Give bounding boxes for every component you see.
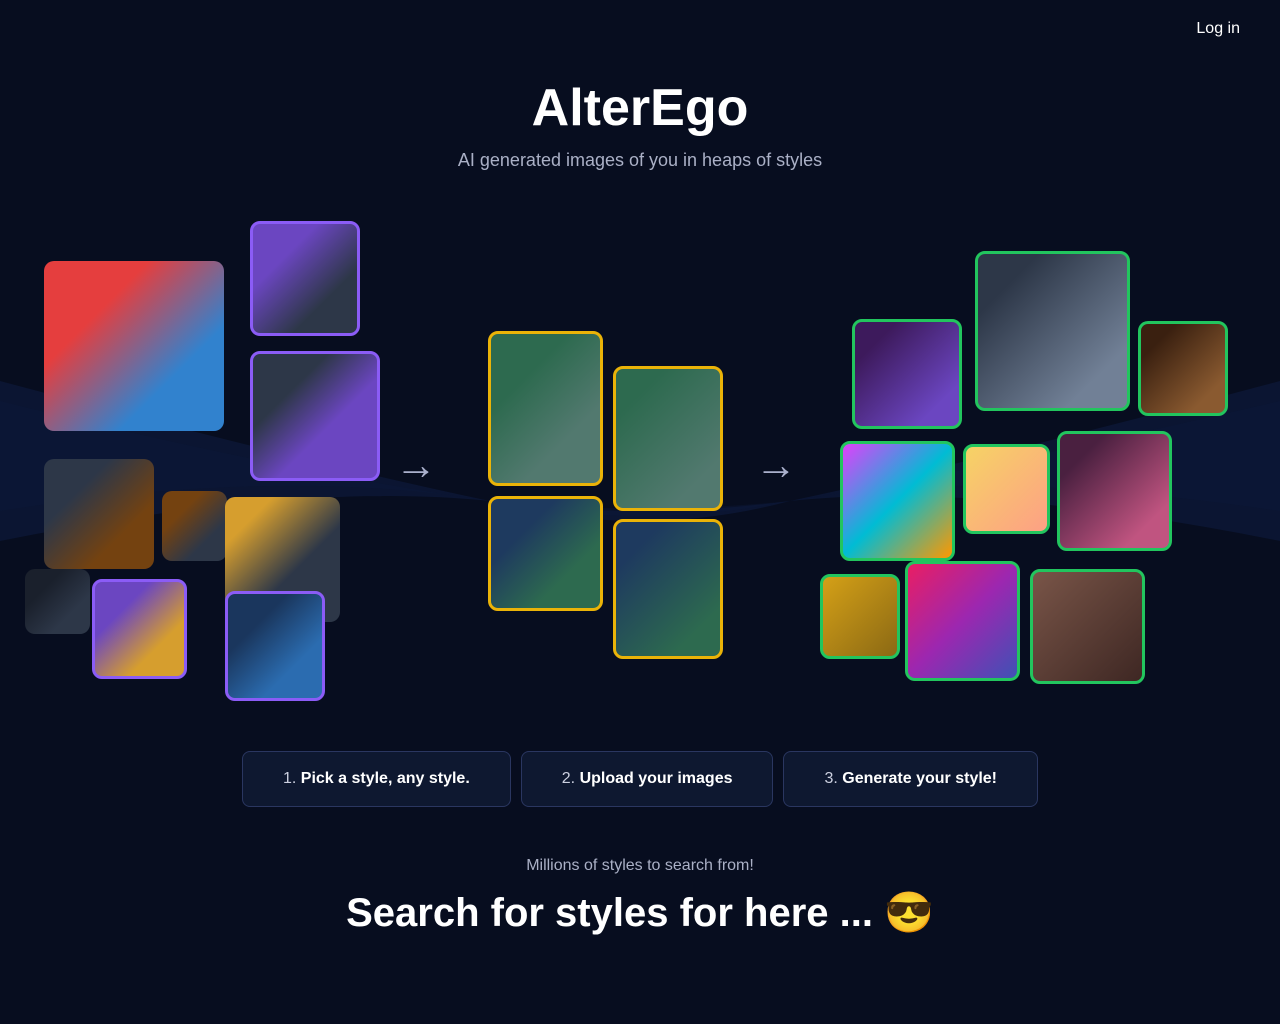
illustration-area: → →	[0, 201, 1280, 721]
output-card-7	[820, 574, 900, 659]
step-3-label: Generate your style!	[842, 770, 997, 787]
output-card-2	[1138, 321, 1228, 416]
style-card-ninja	[250, 351, 380, 481]
step-2-label: Upload your images	[580, 770, 733, 787]
style-card-wolf	[44, 459, 154, 569]
output-card-9	[1030, 569, 1145, 684]
style-card-warrior	[162, 491, 227, 561]
step-3-button[interactable]: 3. Generate your style!	[783, 751, 1038, 807]
style-card-elf-girl	[250, 221, 360, 336]
style-card-wizard	[25, 569, 90, 634]
style-card-elf-blonde	[92, 579, 187, 679]
upload-photo-2	[488, 496, 603, 611]
search-heading: Search for styles for here ... 😎	[0, 889, 1280, 936]
style-card-anime	[44, 261, 224, 431]
step-1-button[interactable]: 1. Pick a style, any style.	[242, 751, 511, 807]
bottom-section: Millions of styles to search from! Searc…	[0, 847, 1280, 956]
output-card-4	[840, 441, 955, 561]
login-button[interactable]: Log in	[1196, 20, 1240, 38]
output-card-1	[975, 251, 1130, 411]
upload-photo-4	[613, 519, 723, 659]
header: Log in	[0, 0, 1280, 58]
step-3-num: 3.	[824, 770, 842, 787]
output-card-8	[905, 561, 1020, 681]
steps-bar: 1. Pick a style, any style. 2. Upload yo…	[0, 721, 1280, 847]
arrow-right: →	[755, 441, 797, 489]
site-title: AlterEgo	[0, 78, 1280, 138]
step-1-label: Pick a style, any style.	[301, 770, 470, 787]
millions-text: Millions of styles to search from!	[0, 857, 1280, 875]
upload-photo-3	[613, 366, 723, 511]
step-1-num: 1.	[283, 770, 301, 787]
output-card-6	[1057, 431, 1172, 551]
step-2-num: 2.	[562, 770, 580, 787]
output-card-3	[852, 319, 962, 429]
style-card-avatar	[225, 591, 325, 701]
step-2-button[interactable]: 2. Upload your images	[521, 751, 774, 807]
upload-photo-1	[488, 331, 603, 486]
output-card-5	[963, 444, 1050, 534]
arrow-left: →	[395, 441, 437, 489]
hero-section: AlterEgo AI generated images of you in h…	[0, 58, 1280, 181]
hero-subtitle: AI generated images of you in heaps of s…	[0, 150, 1280, 171]
